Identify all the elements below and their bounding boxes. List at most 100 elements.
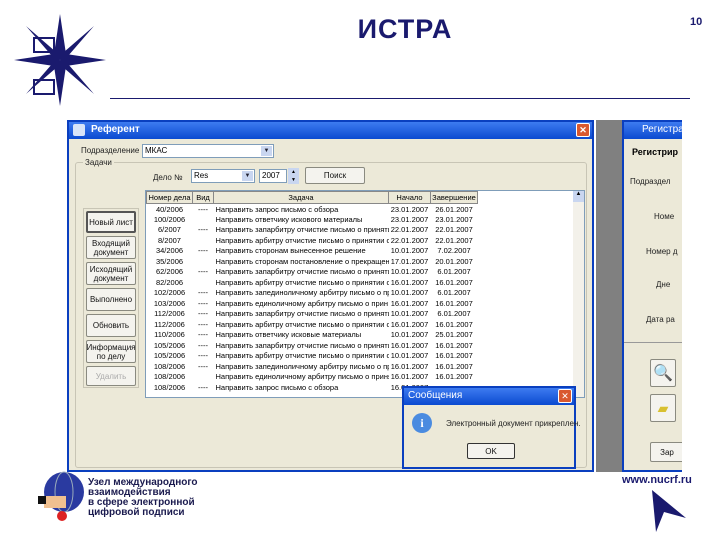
table-cell: Направить единоличному арбитру письмо о …: [215, 298, 389, 308]
table-cell: [193, 372, 214, 383]
dialog-message: Электронный документ прикреплен.: [446, 419, 581, 428]
table-cell: 16.01.2007: [390, 319, 429, 329]
background-gap: [596, 120, 622, 472]
table-cell: 100/2006: [153, 214, 186, 224]
table-cell: Направить арбитру отчистие письмо о прин…: [215, 351, 389, 361]
table-cell: ----: [198, 246, 208, 256]
scrollbar[interactable]: ▲: [573, 191, 584, 397]
table-cell: 10.01.2007: [390, 351, 429, 361]
table-cell: 23.01.2007: [390, 204, 429, 214]
table-cell: 10.01.2007: [390, 288, 429, 298]
table-cell: 105/2006: [153, 340, 186, 350]
table-cell: ----: [198, 319, 208, 329]
table-row[interactable]: 105/2006 ---- Направить запарбитру отчисти…: [147, 340, 478, 351]
outgoing-doc-button[interactable]: Исходящий документ: [86, 262, 136, 285]
table-cell: 16.01.2007: [390, 361, 429, 371]
close-icon[interactable]: ✕: [576, 123, 590, 137]
table-cell: 16.01.2007: [390, 340, 429, 350]
field-label: Дне: [656, 280, 671, 289]
table-cell: Направить запединоличному арбитру письмо…: [215, 288, 389, 298]
table-cell: ----: [198, 204, 208, 214]
field-label: Подраздел: [630, 177, 671, 186]
table-row[interactable]: 34/2006 ---- Направить сторонам вынесенное…: [147, 246, 478, 257]
department-select[interactable]: МКАС ▼: [142, 144, 274, 158]
table-row[interactable]: 100/2006 Направить ответчику искового мат…: [147, 214, 478, 225]
dialog-title-bar[interactable]: Сообщения ✕: [404, 388, 574, 405]
done-button[interactable]: Выполнено: [86, 288, 136, 311]
table-cell: 112/2006: [154, 319, 185, 329]
table-cell: Направить ответчику исковые материалы: [215, 330, 362, 340]
table-cell: 22.01.2007: [390, 235, 429, 245]
close-icon[interactable]: ✕: [558, 389, 572, 403]
table-row[interactable]: 40/2006 ---- Направить запрос письмо с обз…: [147, 204, 478, 215]
table-row[interactable]: 105/2006 ---- Направить арбитру отчистие п…: [147, 351, 478, 362]
table-cell: 10.01.2007: [390, 309, 429, 319]
table-row[interactable]: 35/2006 Направить сторонам постановление …: [147, 256, 478, 267]
table-cell: ----: [198, 267, 208, 277]
table-row[interactable]: 8/2007 Направить арбитру отчистие письмо …: [147, 235, 478, 246]
table-row[interactable]: 82/2006 Направить арбитру отчистие письмо…: [147, 277, 478, 288]
table-cell: Направить арбитру отчистие письмо о прин…: [215, 277, 389, 287]
slide-title: ИСТРА: [357, 14, 453, 44]
table-cell: Направить запарбитру отчистие письмо о п…: [215, 267, 389, 277]
table-cell: 23.01.2007: [435, 214, 473, 224]
app-icon: [73, 124, 85, 136]
title-bar[interactable]: Референт ✕: [69, 122, 592, 139]
table-cell: ----: [198, 351, 208, 361]
table-cell: 108/2006: [153, 372, 186, 382]
delete-button: Удалить: [86, 366, 136, 386]
save-button[interactable]: Зар: [650, 442, 682, 462]
registration-window: Регистрация Регистрир Подраздел Номе Ном…: [622, 120, 682, 472]
title-bar[interactable]: Регистрация: [624, 122, 682, 139]
search-button[interactable]: Поиск: [305, 167, 365, 184]
table-row[interactable]: 110/2006 ---- Направить ответчику исковые …: [147, 330, 478, 341]
table-row[interactable]: 103/2006 ---- Направить единоличному арбит…: [147, 298, 478, 309]
column-header[interactable]: Завершение: [430, 191, 478, 204]
table-cell: 22.01.2007: [390, 225, 429, 235]
table-cell: ----: [198, 298, 208, 308]
case-info-button[interactable]: Информация по делу: [86, 340, 136, 363]
table-cell: 16.01.2007: [390, 298, 429, 308]
table-cell: 34/2006: [155, 246, 184, 256]
table-cell: ----: [198, 340, 208, 350]
field-label: Номер д: [646, 247, 678, 256]
refresh-button[interactable]: Обновить: [86, 314, 136, 337]
year-input[interactable]: 2007: [259, 169, 287, 183]
table-row[interactable]: 62/2006 ---- Направить запарбитру отчистие…: [147, 267, 478, 278]
ok-button[interactable]: OK: [467, 443, 515, 459]
table-cell: ----: [198, 225, 208, 235]
table-cell: 6.01.2007: [437, 288, 471, 298]
tasks-table: Номер дела Вид Задача Начало Завершение 40/20…: [146, 191, 478, 393]
table-cell: 40/2006: [155, 204, 184, 214]
table-row[interactable]: 102/2006 ---- Направить запединоличному ар…: [147, 288, 478, 299]
table-row[interactable]: 6/2007 ---- Направить запарбитру отчистие …: [147, 225, 478, 236]
table-cell: 102/2006: [153, 288, 186, 298]
field-label: Дата ра: [646, 315, 675, 324]
folder-icon[interactable]: ▰: [650, 394, 676, 422]
table-cell: 82/2006: [155, 277, 184, 287]
table-row[interactable]: 108/2006 Направить единоличному арбитру п…: [147, 372, 478, 383]
table-cell: 22.01.2007: [435, 225, 473, 235]
table-cell: 6.01.2007: [437, 267, 471, 277]
column-header[interactable]: Начало: [388, 191, 431, 204]
table-cell: 105/2006: [153, 351, 186, 361]
incoming-doc-button[interactable]: Входящий документ: [86, 236, 136, 259]
case-select[interactable]: Res ▼: [191, 169, 255, 183]
tasks-table-container: Номер дела Вид Задача Начало Завершение 40/20…: [145, 190, 585, 398]
table-cell: 62/2006: [155, 267, 184, 277]
table-cell: 16.01.2007: [390, 277, 429, 287]
website-link[interactable]: www.nucrf.ru: [622, 474, 692, 486]
year-spinner[interactable]: ▲ ▼: [288, 168, 299, 184]
table-row[interactable]: 112/2006 ---- Направить запарбитру отчисти…: [147, 309, 478, 320]
search-folder-icon[interactable]: 🔍: [650, 359, 676, 387]
table-row[interactable]: 112/2006 ---- Направить арбитру отчистие п…: [147, 319, 478, 330]
department-label: Подразделение: [81, 146, 140, 155]
column-header[interactable]: Задача: [213, 191, 389, 204]
divider: [110, 98, 690, 99]
column-header[interactable]: Вид: [192, 191, 214, 204]
table-cell: ----: [198, 330, 208, 340]
table-row[interactable]: 108/2006 ---- Направить запединоличному ар…: [147, 361, 478, 372]
table-cell: 10.01.2007: [390, 267, 429, 277]
new-sheet-button[interactable]: Новый лист: [86, 211, 136, 233]
column-header[interactable]: Номер дела: [146, 191, 193, 204]
